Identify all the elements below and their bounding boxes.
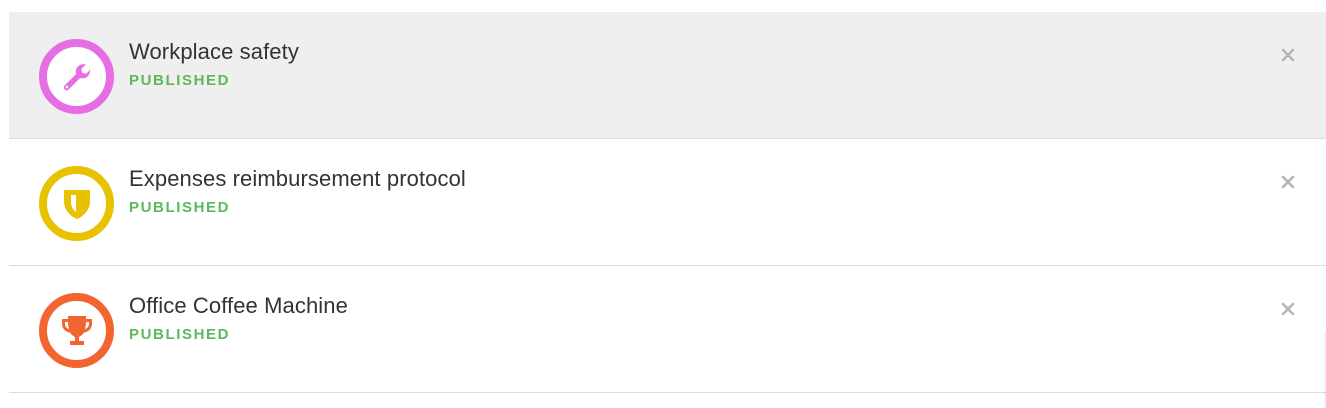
shield-icon bbox=[62, 187, 92, 221]
item-avatar bbox=[39, 39, 114, 114]
status-badge: PUBLISHED bbox=[129, 199, 231, 216]
close-button[interactable] bbox=[1279, 300, 1297, 318]
close-button[interactable] bbox=[1279, 173, 1297, 191]
item-title: Expenses reimbursement protocol bbox=[129, 166, 466, 191]
item-avatar bbox=[39, 166, 114, 241]
item-avatar bbox=[39, 293, 114, 368]
item-title: Workplace safety bbox=[129, 39, 299, 64]
list-item-workplace-safety[interactable]: Workplace safety PUBLISHED bbox=[9, 12, 1326, 139]
items-list: Workplace safety PUBLISHED Expenses reim… bbox=[9, 12, 1326, 393]
close-icon bbox=[1279, 300, 1297, 318]
wrench-icon bbox=[60, 60, 94, 94]
close-button[interactable] bbox=[1279, 46, 1297, 64]
list-item-expenses-reimbursement[interactable]: Expenses reimbursement protocol PUBLISHE… bbox=[9, 139, 1326, 266]
close-icon bbox=[1279, 173, 1297, 191]
status-badge: PUBLISHED bbox=[129, 326, 231, 343]
trophy-icon bbox=[59, 314, 95, 348]
item-title: Office Coffee Machine bbox=[129, 293, 348, 318]
close-icon bbox=[1279, 46, 1297, 64]
status-badge: PUBLISHED bbox=[129, 72, 231, 89]
list-item-office-coffee-machine[interactable]: Office Coffee Machine PUBLISHED bbox=[9, 266, 1326, 393]
